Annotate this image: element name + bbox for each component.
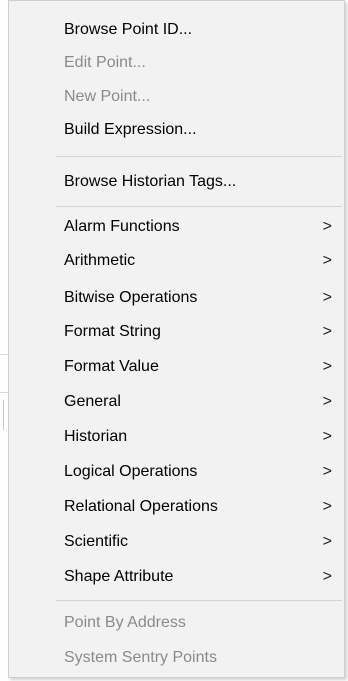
submenu-scientific[interactable]: Scientific > — [64, 527, 344, 557]
submenu-format-value[interactable]: Format Value > — [64, 352, 344, 382]
screen: Browse Point ID... Edit Point... New Poi… — [0, 0, 348, 681]
chevron-right-icon: > — [322, 568, 332, 585]
background-divider — [3, 400, 4, 430]
submenu-bitwise-operations[interactable]: Bitwise Operations > — [64, 283, 344, 313]
menu-item-point-by-address: Point By Address — [64, 608, 344, 638]
chevron-right-icon: > — [322, 323, 332, 340]
menu-item-label: Point By Address — [64, 614, 186, 631]
context-menu: Browse Point ID... Edit Point... New Poi… — [8, 0, 345, 678]
background-gridline — [0, 354, 8, 355]
submenu-historian[interactable]: Historian > — [64, 422, 344, 452]
submenu-general[interactable]: General > — [64, 387, 344, 417]
menu-item-label: Arithmetic — [64, 252, 136, 269]
menu-item-label: Browse Point ID... — [64, 21, 193, 38]
menu-item-label: Bitwise Operations — [64, 289, 198, 306]
background-gridline — [0, 392, 8, 393]
menu-item-label: Format Value — [64, 358, 159, 375]
menu-item-browse-historian-tags[interactable]: Browse Historian Tags... — [64, 167, 344, 197]
menu-item-label: Alarm Functions — [64, 218, 180, 235]
menu-separator — [56, 600, 342, 601]
chevron-right-icon: > — [322, 533, 332, 550]
chevron-right-icon: > — [322, 252, 332, 269]
chevron-right-icon: > — [322, 289, 332, 306]
submenu-logical-operations[interactable]: Logical Operations > — [64, 457, 344, 487]
submenu-format-string[interactable]: Format String > — [64, 317, 344, 347]
menu-item-label: Browse Historian Tags... — [64, 173, 237, 190]
submenu-relational-operations[interactable]: Relational Operations > — [64, 492, 344, 522]
menu-item-label: Logical Operations — [64, 463, 198, 480]
menu-item-label: Format String — [64, 323, 161, 340]
chevron-right-icon: > — [322, 218, 332, 235]
menu-item-label: Shape Attribute — [64, 568, 174, 585]
menu-item-label: New Point... — [64, 88, 151, 105]
menu-separator — [56, 156, 342, 157]
chevron-right-icon: > — [322, 463, 332, 480]
menu-item-label: System Sentry Points — [64, 649, 217, 666]
menu-item-label: Historian — [64, 428, 128, 445]
menu-item-build-expression[interactable]: Build Expression... — [64, 115, 344, 145]
menu-item-label: Scientific — [64, 533, 129, 550]
menu-item-label: Edit Point... — [64, 54, 146, 71]
submenu-shape-attribute[interactable]: Shape Attribute > — [64, 562, 344, 592]
submenu-arithmetic[interactable]: Arithmetic > — [64, 246, 344, 276]
submenu-alarm-functions[interactable]: Alarm Functions > — [64, 212, 344, 242]
menu-item-system-sentry-points: System Sentry Points — [64, 643, 344, 673]
chevron-right-icon: > — [322, 428, 332, 445]
chevron-right-icon: > — [322, 393, 332, 410]
menu-item-label: Build Expression... — [64, 121, 197, 138]
menu-item-edit-point: Edit Point... — [64, 48, 344, 78]
chevron-right-icon: > — [322, 358, 332, 375]
menu-item-label: Relational Operations — [64, 498, 218, 515]
menu-item-new-point: New Point... — [64, 82, 344, 112]
menu-separator — [56, 206, 342, 207]
chevron-right-icon: > — [322, 498, 332, 515]
menu-item-browse-point-id[interactable]: Browse Point ID... — [64, 15, 344, 45]
menu-item-label: General — [64, 393, 121, 410]
